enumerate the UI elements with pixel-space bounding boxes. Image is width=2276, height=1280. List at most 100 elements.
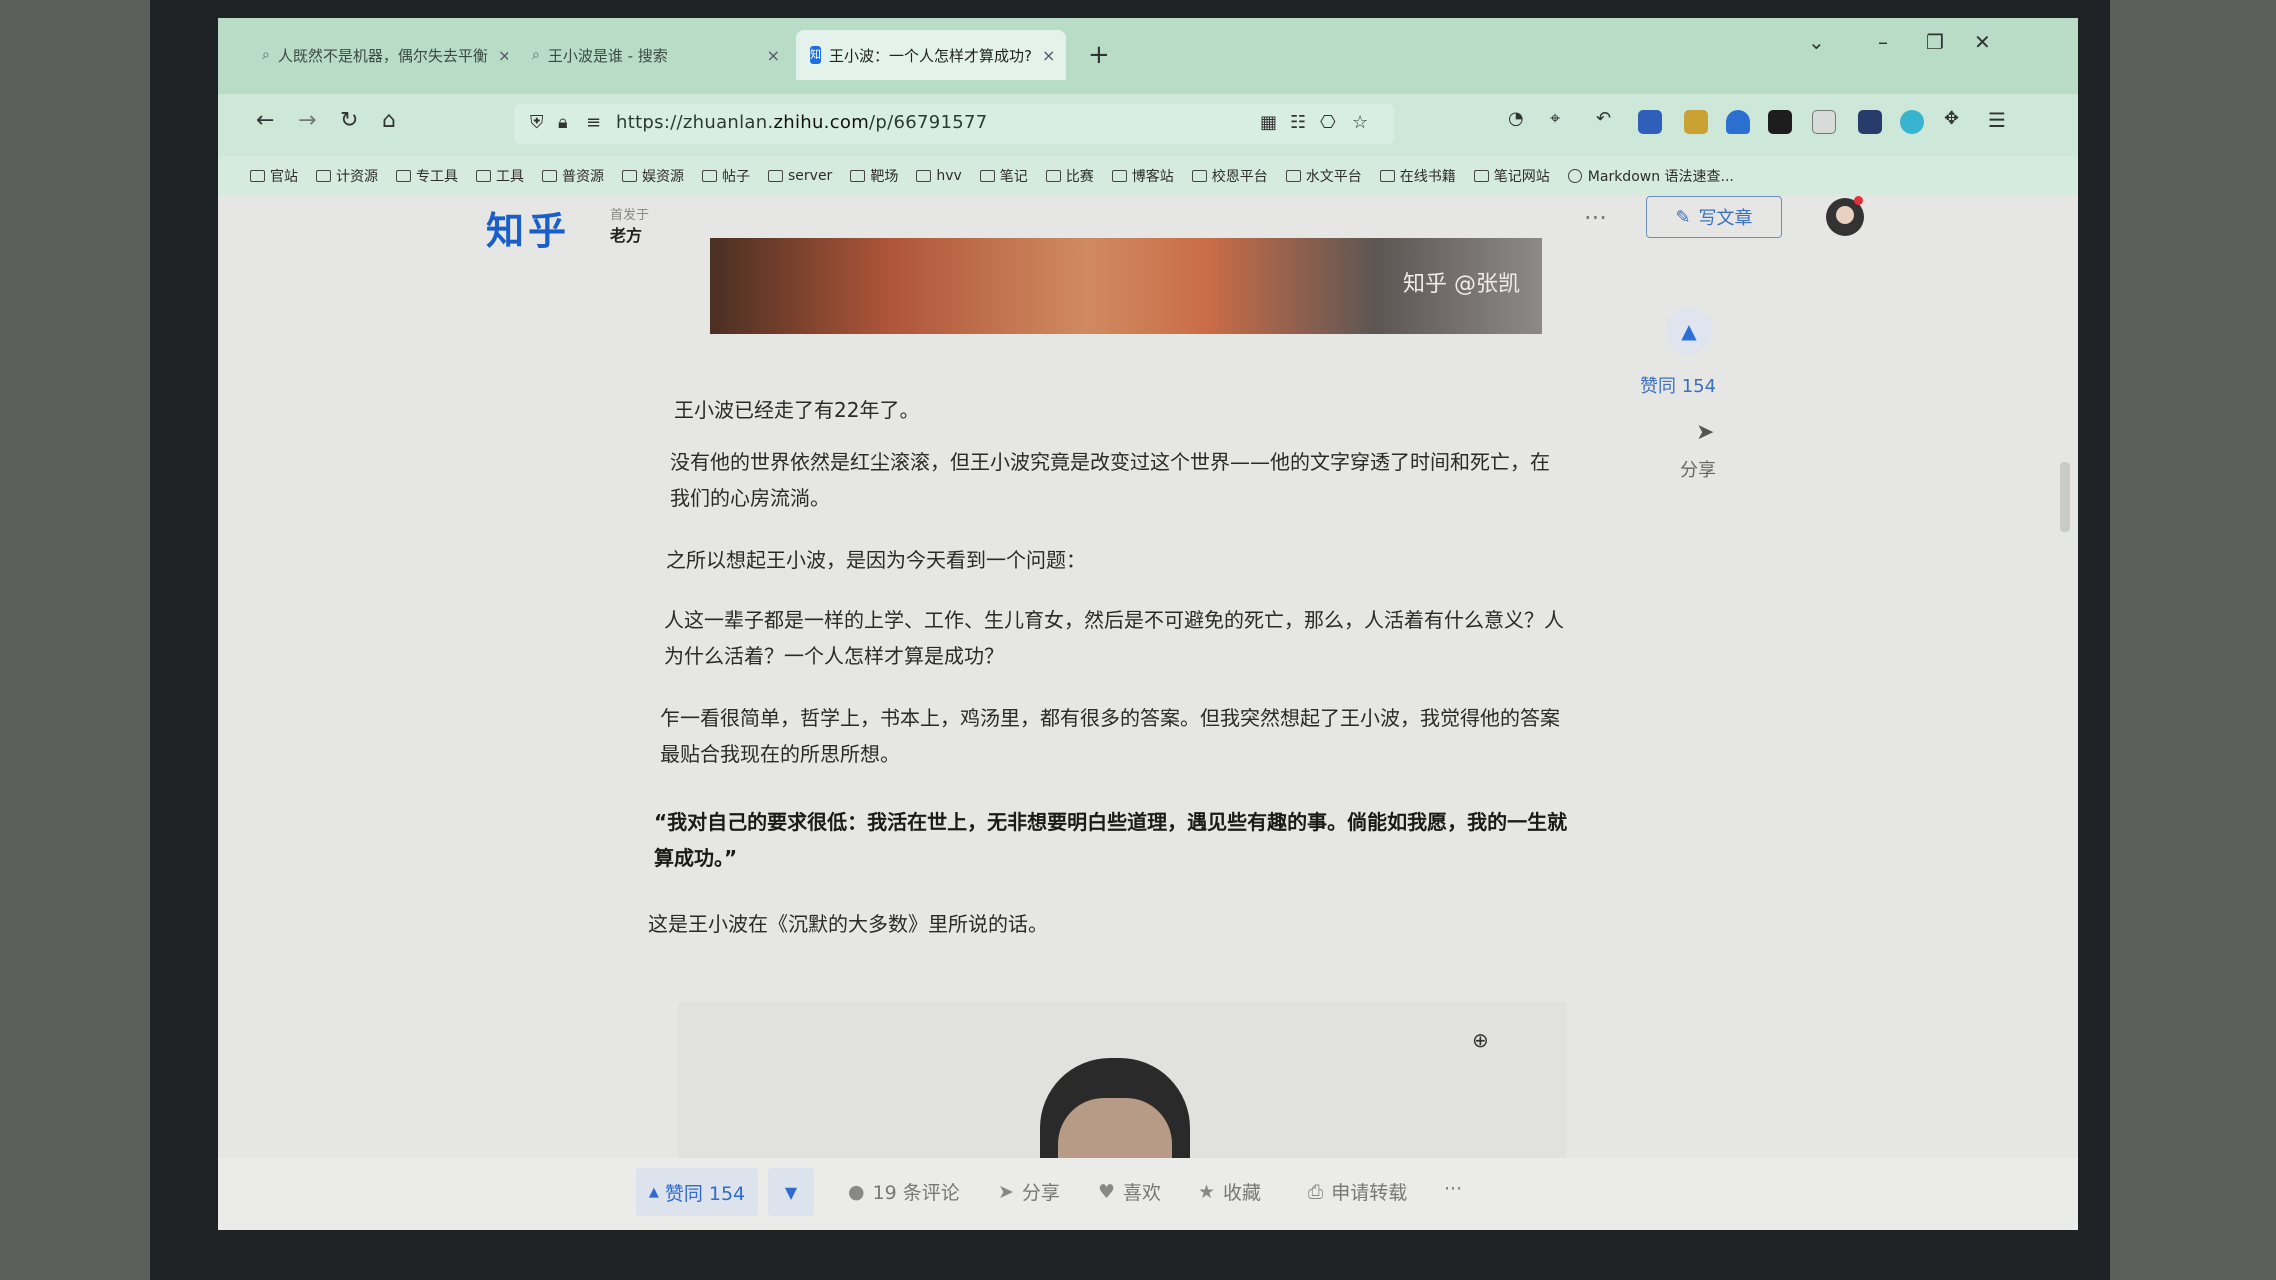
article-paragraph: 没有他的世界依然是红尘滚滚，但王小波究竟是改变过这个世界——他的文字穿透了时间和…	[670, 450, 1550, 510]
extension-badge-icon[interactable]	[1684, 110, 1708, 134]
folder-icon	[316, 170, 331, 182]
more-actions-label: ···	[1444, 1178, 1463, 1200]
article-photo[interactable]	[678, 1002, 1566, 1188]
reload-icon[interactable]: ↻	[340, 108, 358, 133]
tab-search-2[interactable]: ⌕ 王小波是谁 - 搜索 ×	[518, 32, 794, 78]
menu-icon[interactable]: ☰	[1988, 108, 2006, 132]
close-icon[interactable]: ×	[1032, 46, 1055, 65]
article-paragraph: 之所以想起王小波，是因为今天看到一个问题：	[666, 548, 1086, 572]
folder-icon	[250, 170, 265, 182]
comments-button[interactable]: ● 19 条评论	[848, 1178, 960, 1205]
bookmark-item[interactable]: 官站	[250, 166, 298, 186]
search-icon: ⌕	[262, 47, 270, 63]
folder-icon	[1473, 170, 1489, 182]
restore-icon[interactable]: ❐	[1926, 30, 1944, 54]
comment-icon: ●	[848, 1180, 865, 1203]
loading-icon[interactable]: ◔	[1508, 108, 1524, 129]
tab-label: 王小波：一个人怎样才算成功?	[829, 46, 1032, 65]
side-vote-up-icon[interactable]: ▲	[1666, 308, 1712, 354]
close-icon[interactable]: ×	[757, 46, 780, 65]
extensions-icon[interactable]: ✥	[1944, 108, 1959, 129]
close-icon[interactable]: ×	[488, 46, 508, 65]
new-tab-button[interactable]: +	[1088, 40, 1110, 70]
qr-code-icon[interactable]: ▦	[1260, 112, 1277, 133]
repost-request-button[interactable]: ⎙ 申请转载	[1308, 1178, 1407, 1205]
translate-extension-icon[interactable]	[1638, 110, 1662, 134]
shield-extension-icon[interactable]	[1726, 110, 1750, 134]
search-icon: ⌕	[532, 47, 540, 63]
crop-icon[interactable]: ⌖	[1550, 108, 1560, 129]
more-options-icon[interactable]: ···	[1584, 204, 1607, 232]
bookmark-item[interactable]: 笔记网站	[1473, 166, 1550, 186]
scrollbar-thumb[interactable]	[2060, 462, 2070, 532]
tab-list-icon[interactable]: ⌄	[1808, 30, 1825, 54]
like-label: 喜欢	[1123, 1182, 1162, 1204]
bookmark-star-icon[interactable]: ☆	[1352, 112, 1368, 133]
article-quote: “我对自己的要求很低：我活在世上，无非想要明白些道理，遇见些有趣的事。倘能如我愿…	[654, 810, 1568, 870]
zhihu-icon: 知	[810, 46, 821, 64]
more-actions-button[interactable]: ···	[1444, 1178, 1462, 1200]
side-vote-count[interactable]: 赞同 154	[1640, 372, 1716, 398]
minimize-icon[interactable]: –	[1878, 30, 1888, 54]
bookmark-item[interactable]: 在线书籍	[1379, 166, 1456, 186]
column-name[interactable]: 老方	[610, 222, 642, 246]
home-icon[interactable]: ⌂	[382, 108, 396, 133]
bookmark-item[interactable]: 校恩平台	[1191, 166, 1268, 186]
folder-icon	[979, 170, 995, 182]
vote-down-button[interactable]: ▼	[768, 1168, 814, 1216]
tab-strip: ⌕ 人既然不是机器，偶尔失去平衡 × ⌕ 王小波是谁 - 搜索 × 知 王小波：…	[218, 18, 2078, 94]
undo-icon[interactable]: ↶	[1596, 108, 1611, 129]
vote-up-button[interactable]: ▲ 赞同 154	[636, 1168, 758, 1216]
extension-blue-icon[interactable]	[1900, 110, 1924, 134]
lock-icon[interactable]: 🔒︎	[558, 112, 568, 133]
hat-extension-icon[interactable]	[1812, 110, 1836, 134]
bookmark-markdown[interactable]: Markdown 语法速查...	[1567, 166, 1734, 186]
bookmarks-bar: 官站 计资源 专工具 工具 普资源 娱资源 帖子 server 靶场 hvv 笔…	[218, 156, 2078, 196]
tab-search-1[interactable]: ⌕ 人既然不是机器，偶尔失去平衡 ×	[248, 32, 508, 78]
triangle-up-icon: ▲	[648, 1184, 659, 1200]
like-button[interactable]: ♥ 喜欢	[1098, 1178, 1161, 1205]
bookmark-item[interactable]: 工具	[476, 166, 524, 186]
bookmark-item[interactable]: 靶场	[850, 166, 898, 186]
reader-mode-icon[interactable]: ☷	[1290, 112, 1306, 133]
zhihu-logo[interactable]: 知乎	[486, 200, 570, 255]
folder-icon	[396, 170, 411, 182]
close-window-icon[interactable]: ✕	[1974, 30, 1991, 54]
side-share-label[interactable]: 分享	[1680, 456, 1716, 482]
bookmark-item[interactable]: 笔记	[979, 166, 1028, 186]
triangle-down-icon: ▼	[784, 1182, 798, 1202]
back-icon[interactable]: ←	[256, 108, 274, 133]
first-published-label: 首发于	[610, 208, 650, 223]
bookmark-item[interactable]: hvv	[916, 168, 962, 184]
article-paragraph: 乍一看很简单，哲学上，书本上，鸡汤里，都有很多的答案。但我突然想起了王小波，我觉…	[660, 706, 1560, 766]
shield-icon[interactable]: ⛨	[530, 112, 544, 133]
translate-icon[interactable]: ⎔	[1320, 112, 1336, 133]
bookmark-item[interactable]: server	[768, 168, 832, 184]
heart-icon: ♥	[1098, 1180, 1116, 1203]
bookmark-item[interactable]: 计资源	[316, 166, 378, 186]
bookmark-item[interactable]: 水文平台	[1285, 166, 1362, 186]
collect-button[interactable]: ★ 收藏	[1198, 1178, 1261, 1205]
bookmark-item[interactable]: 帖子	[702, 166, 750, 186]
write-article-button[interactable]: ✎ 写文章	[1646, 196, 1782, 238]
paper-plane-icon[interactable]: ➤	[1696, 420, 1714, 445]
url-text[interactable]: https://zhuanlan.zhihu.com/p/66791577	[616, 112, 988, 133]
extension-count-icon[interactable]	[1858, 110, 1882, 134]
permissions-icon[interactable]: ≡	[586, 112, 601, 133]
comments-label: 19 条评论	[872, 1182, 960, 1204]
zoom-in-icon[interactable]: ⊕	[1472, 1028, 1489, 1052]
folder-icon	[768, 170, 783, 182]
address-bar[interactable]: ⛨ 🔒︎ ≡ https://zhuanlan.zhihu.com/p/6679…	[514, 104, 1394, 144]
share-button[interactable]: ➤ 分享	[998, 1178, 1060, 1205]
folder-icon	[1045, 170, 1061, 182]
tab-zhihu-article[interactable]: 知 王小波：一个人怎样才算成功? ×	[796, 30, 1066, 80]
bookmark-item[interactable]: 专工具	[396, 166, 458, 186]
folder-icon	[1111, 170, 1127, 182]
bookmark-item[interactable]: 娱资源	[622, 166, 684, 186]
bookmark-item[interactable]: 博客站	[1111, 166, 1174, 186]
bookmark-item[interactable]: 普资源	[542, 166, 604, 186]
bookmark-item[interactable]: 比赛	[1045, 166, 1094, 186]
article-paragraph: 王小波已经走了有22年了。	[674, 398, 920, 422]
forward-icon[interactable]: →	[298, 108, 316, 133]
extension-dark-icon[interactable]	[1768, 110, 1792, 134]
